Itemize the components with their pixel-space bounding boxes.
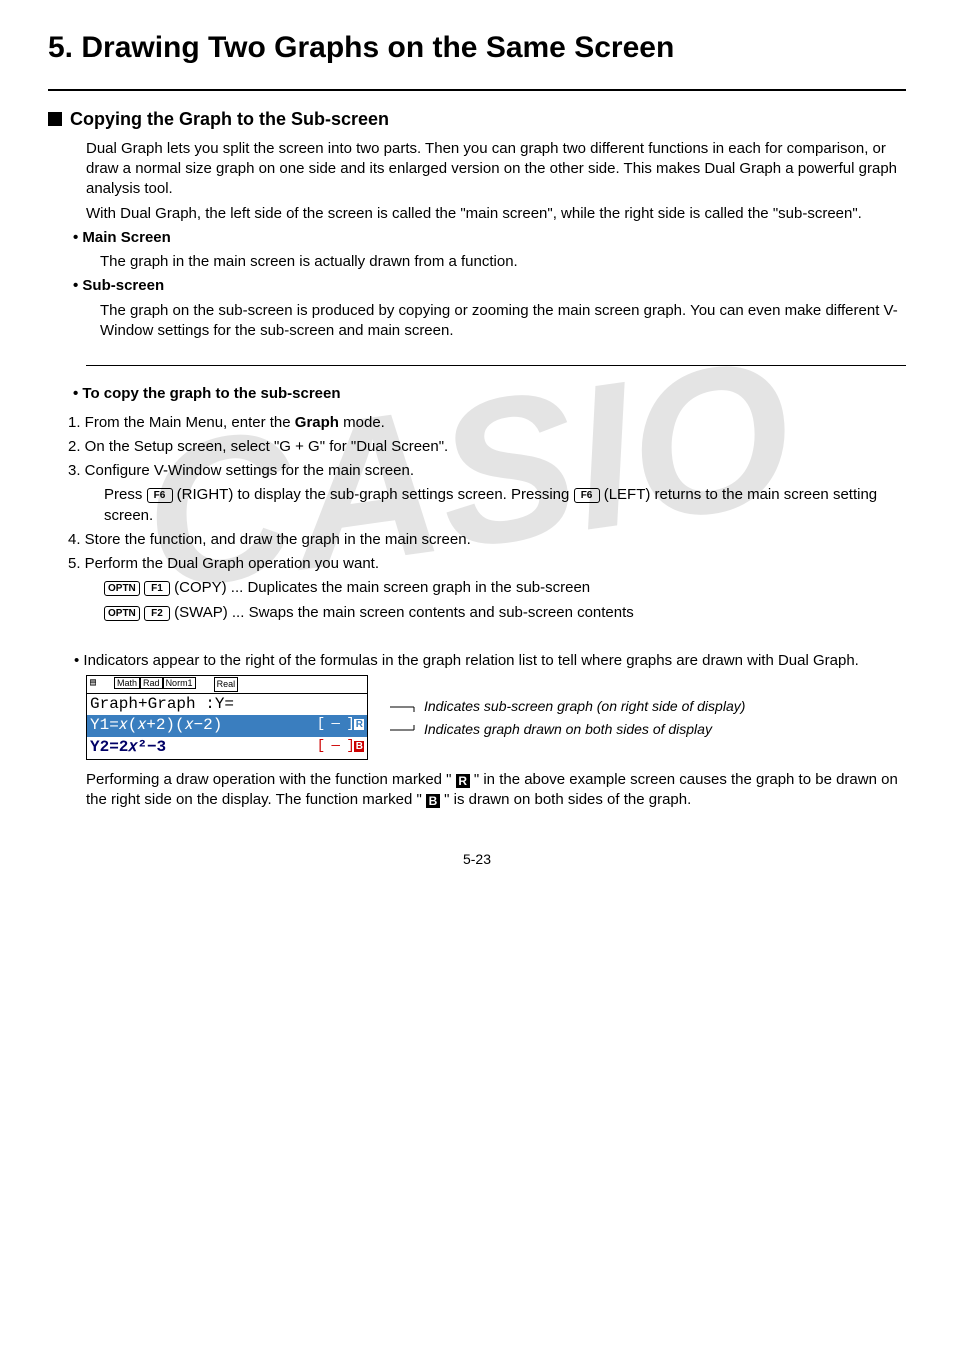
calc-header-line: Graph+Graph :Y=: [87, 694, 367, 716]
divider: [86, 365, 906, 366]
calc-tag1-bracket: [ — ]: [317, 716, 354, 732]
calc-tag1-box: R: [354, 719, 364, 730]
intro-paragraph-2: With Dual Graph, the left side of the sc…: [86, 204, 906, 224]
calc-status-bar: ▤ MathRadNorm1 Real: [87, 676, 367, 694]
calc-tag2-box: B: [354, 741, 364, 752]
step-1: 1. From the Main Menu, enter the Graph m…: [86, 413, 906, 433]
calc-y1-formula: Y1=𝑥(𝑥+2)(𝑥−2): [90, 715, 222, 737]
calc-y2-tag: [ — ]B: [317, 737, 364, 759]
status-real: Real: [214, 677, 239, 692]
calc-y1-tag: [ — ]R: [317, 715, 364, 737]
step-2: 2. On the Setup screen, select "G + G" f…: [86, 437, 906, 457]
calc-y2-line: Y2=2𝑥²−3 [ — ]B: [87, 737, 367, 759]
calc-header-text: Graph+Graph :Y=: [90, 694, 234, 716]
intro-paragraph-1: Dual Graph lets you split the screen int…: [86, 139, 906, 200]
status-rad: Rad: [140, 677, 163, 689]
leader-line-icon: [390, 723, 424, 737]
r-indicator-icon: R: [456, 774, 470, 788]
section-title-text: Copying the Graph to the Sub-screen: [70, 107, 389, 131]
step-1-mode: Graph: [295, 414, 339, 431]
step-1-pre: 1. From the Main Menu, enter the: [68, 414, 295, 431]
optn-key-icon: OPTN: [104, 606, 140, 621]
f1-key-icon: F1: [144, 581, 170, 596]
indicator-note: • Indicators appear to the right of the …: [86, 651, 906, 671]
step-5b-text: (SWAP) ... Swaps the main screen content…: [170, 604, 634, 621]
step-3: 3. Configure V-Window settings for the m…: [86, 461, 906, 481]
f6-key-icon: F6: [147, 488, 173, 503]
main-screen-label: Main Screen: [82, 229, 170, 246]
annotation-2: Indicates graph drawn on both sides of d…: [390, 720, 906, 739]
b-indicator-icon: B: [426, 794, 440, 808]
sub-screen-text: The graph on the sub-screen is produced …: [100, 301, 906, 342]
step-5a-text: (COPY) ... Duplicates the main screen gr…: [170, 579, 590, 596]
calc-tag2-bracket: [ — ]: [317, 738, 354, 754]
page-number: 5-23: [48, 850, 906, 869]
closing-a: Performing a draw operation with the fun…: [86, 771, 456, 788]
step-1-post: mode.: [339, 414, 385, 431]
section-heading: Copying the Graph to the Sub-screen: [48, 107, 906, 131]
calc-y2-formula: Y2=2𝑥²−3: [90, 737, 166, 759]
status-norm: Norm1: [163, 677, 196, 689]
divider: [48, 89, 906, 91]
annotation-1: Indicates sub-screen graph (on right sid…: [390, 697, 906, 716]
step-3-sub-a: Press: [104, 486, 147, 503]
sub-screen-label: Sub-screen: [82, 277, 164, 294]
step-3-sub: Press F6 (RIGHT) to display the sub-grap…: [104, 485, 906, 526]
procedure-heading: • To copy the graph to the sub-screen: [86, 384, 906, 404]
step-5b: OPTN F2 (SWAP) ... Swaps the main screen…: [104, 603, 906, 623]
step-5a: OPTN F1 (COPY) ... Duplicates the main s…: [104, 578, 906, 598]
annotation-1-text: Indicates sub-screen graph (on right sid…: [424, 697, 745, 716]
main-screen-heading: • Main Screen: [86, 228, 906, 248]
sub-screen-heading: • Sub-screen: [86, 276, 906, 296]
status-math: Math: [114, 677, 140, 689]
step-4: 4. Store the function, and draw the grap…: [86, 530, 906, 550]
square-bullet-icon: [48, 112, 62, 126]
step-5: 5. Perform the Dual Graph operation you …: [86, 554, 906, 574]
calculator-figure: ▤ MathRadNorm1 Real Graph+Graph :Y= Y1=𝑥…: [86, 675, 906, 759]
f2-key-icon: F2: [144, 606, 170, 621]
annotation-column: Indicates sub-screen graph (on right sid…: [390, 675, 906, 739]
calc-screenshot: ▤ MathRadNorm1 Real Graph+Graph :Y= Y1=𝑥…: [86, 675, 368, 759]
step-3-sub-b: (RIGHT) to display the sub-graph setting…: [173, 486, 574, 503]
leader-line-icon: [390, 700, 424, 714]
closing-paragraph: Performing a draw operation with the fun…: [86, 770, 906, 811]
procedure-title-text: To copy the graph to the sub-screen: [82, 385, 340, 402]
optn-key-icon: OPTN: [104, 581, 140, 596]
closing-c: " is drawn on both sides of the graph.: [440, 791, 691, 808]
annotation-2-text: Indicates graph drawn on both sides of d…: [424, 720, 712, 739]
f6-key-icon: F6: [574, 488, 600, 503]
calc-y1-line: Y1=𝑥(𝑥+2)(𝑥−2) [ — ]R: [87, 715, 367, 737]
chapter-title: 5. Drawing Two Graphs on the Same Screen: [48, 28, 906, 69]
main-screen-text: The graph in the main screen is actually…: [100, 252, 906, 272]
